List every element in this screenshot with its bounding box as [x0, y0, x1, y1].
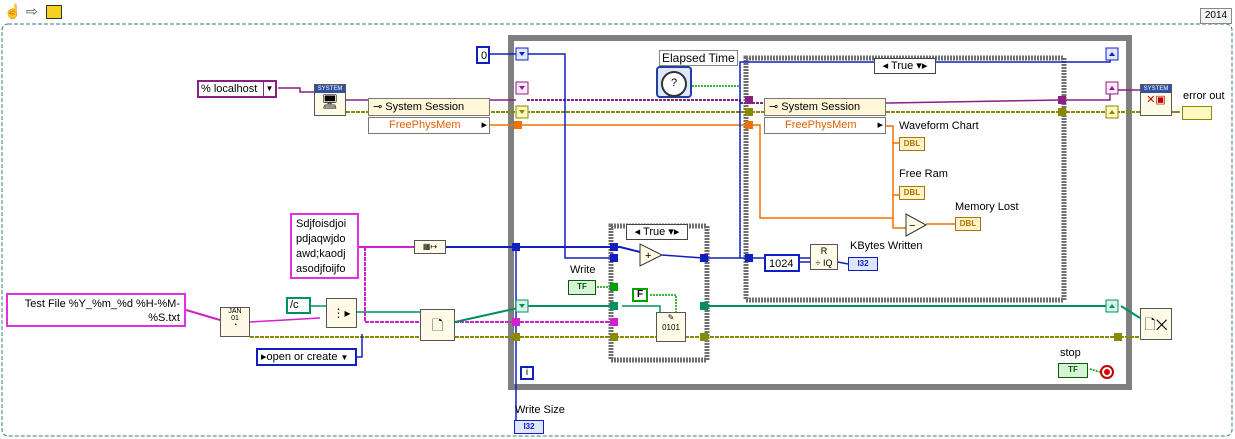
error-out-label: error out: [1183, 90, 1225, 102]
wire-shift-blue: [527, 53, 618, 259]
link-icon: ⊸: [769, 101, 782, 113]
wire-session-out2: [885, 89, 1140, 104]
text-constant[interactable]: Sdjfoisdjoi pdjaqwjdo awd;kaodj asodjfoi…: [290, 213, 359, 279]
wire-refnum-in: [454, 305, 610, 323]
document-icon: 🗋: [431, 317, 444, 333]
pencil-icon: ✎: [667, 313, 675, 322]
close-system-session-node[interactable]: SYSTEM ✕▣: [1140, 84, 1172, 116]
elapsed-time-node[interactable]: ?: [656, 66, 692, 98]
string-length-node[interactable]: ▦↦: [414, 240, 446, 254]
case-selector-inner[interactable]: ◂ True ▾▸: [626, 224, 688, 240]
case-selector-outer[interactable]: ◂ True ▾▸: [874, 58, 936, 74]
wire-accum: [661, 52, 1111, 259]
wire-false-const: [650, 294, 677, 312]
diagram-frame: [1, 23, 1233, 437]
toolbar: ☝ ⇨: [2, 2, 66, 22]
free-ram-label: Free Ram: [899, 168, 948, 180]
tunnel-orange: [514, 121, 522, 129]
waveform-chart-label: Waveform Chart: [899, 120, 979, 132]
link-icon: ⊸: [373, 101, 386, 113]
arrow-icon[interactable]: ⇨: [26, 3, 42, 21]
stop-terminal[interactable]: TF: [1058, 363, 1088, 378]
build-path-node[interactable]: ⋮▸: [326, 298, 357, 328]
wire-stop: [1089, 368, 1101, 373]
svg-text:−: −: [909, 220, 915, 232]
error-out-terminal[interactable]: [1182, 106, 1212, 120]
false-constant[interactable]: F: [632, 288, 648, 302]
stopwatch-icon: ?: [661, 71, 687, 97]
tunnel-error-out: [1114, 333, 1122, 341]
run-icon[interactable]: [46, 5, 62, 19]
write-terminal[interactable]: TF: [568, 280, 596, 295]
monitor-icon: 🖥: [321, 93, 339, 109]
kbytes-written-terminal[interactable]: I32: [848, 257, 878, 271]
format-date-time-node[interactable]: JAN 01 ◔: [220, 307, 250, 337]
write-size-label: Write Size: [515, 404, 565, 416]
zero-constant[interactable]: 0: [476, 46, 490, 64]
version-badge: 2014: [1200, 8, 1232, 24]
dropdown-arrow-icon[interactable]: ▼: [263, 82, 275, 96]
close-file-node[interactable]: 🗋✕: [1140, 308, 1172, 340]
svg-text:+: +: [645, 250, 651, 262]
elapsed-time-label: Elapsed Time: [659, 50, 738, 66]
clock-icon: ◔: [232, 322, 238, 329]
write-text-file-node[interactable]: ✎ 0101: [656, 312, 686, 342]
open-system-session-node[interactable]: SYSTEM 🖥: [314, 84, 346, 116]
waveform-chart-terminal[interactable]: DBL: [899, 137, 925, 151]
property-freephysmem-1[interactable]: FreePhysMem ▸: [368, 117, 490, 134]
system-session-property-node-1[interactable]: ⊸ System Session: [368, 98, 490, 116]
write-size-terminal[interactable]: I32: [514, 420, 544, 434]
memory-lost-terminal[interactable]: DBL: [955, 217, 981, 231]
wire-format-time: [249, 317, 321, 323]
wire-freephysmem-initial: [490, 124, 893, 219]
wire-host: [278, 87, 314, 93]
wire-to-kbytes: [837, 261, 849, 265]
free-ram-terminal[interactable]: DBL: [899, 186, 925, 200]
tunnel-strlen: [512, 243, 520, 251]
kbytes-written-label: KBytes Written: [850, 240, 923, 252]
host-value: localhost: [213, 83, 258, 95]
path-constant[interactable]: /c: [286, 297, 311, 314]
filename-format-constant[interactable]: Test File %Y_%m_%d %H-%M- %S.txt: [6, 293, 186, 327]
wire-session-through: [527, 99, 766, 104]
close-icon: ✕▣: [1146, 94, 1166, 106]
open-file-node[interactable]: 🗋: [420, 309, 455, 341]
open-mode-enum[interactable]: ▸open or create ▼: [256, 348, 357, 366]
block-diagram-canvas: + −: [1, 23, 1233, 437]
wire-refnum-write: [622, 305, 661, 320]
wire-filename: [185, 309, 221, 321]
while-loop-frame: [508, 35, 1132, 390]
hand-icon[interactable]: ☝: [4, 3, 22, 21]
close-document-icon: 🗋✕: [1144, 316, 1168, 332]
host-control[interactable]: % localhost ▼: [197, 80, 277, 98]
tunnel-text: [512, 318, 520, 326]
stop-label: stop: [1060, 347, 1081, 359]
host-prefix: %: [201, 83, 211, 95]
property-freephysmem-2[interactable]: FreePhysMem ▸: [764, 117, 886, 134]
write-label: Write: [570, 264, 596, 276]
loop-iteration-terminal: i: [520, 366, 534, 380]
tunnel-error: [512, 333, 520, 341]
system-session-title-1: System Session: [385, 101, 465, 113]
const-1024[interactable]: 1024: [764, 254, 800, 272]
dropdown-arrow-icon: ▼: [340, 353, 349, 362]
quotient-remainder-node[interactable]: R ÷ IQ: [810, 244, 838, 270]
memory-lost-label: Memory Lost: [955, 201, 1019, 213]
system-session-property-node-2[interactable]: ⊸ System Session: [764, 98, 886, 116]
